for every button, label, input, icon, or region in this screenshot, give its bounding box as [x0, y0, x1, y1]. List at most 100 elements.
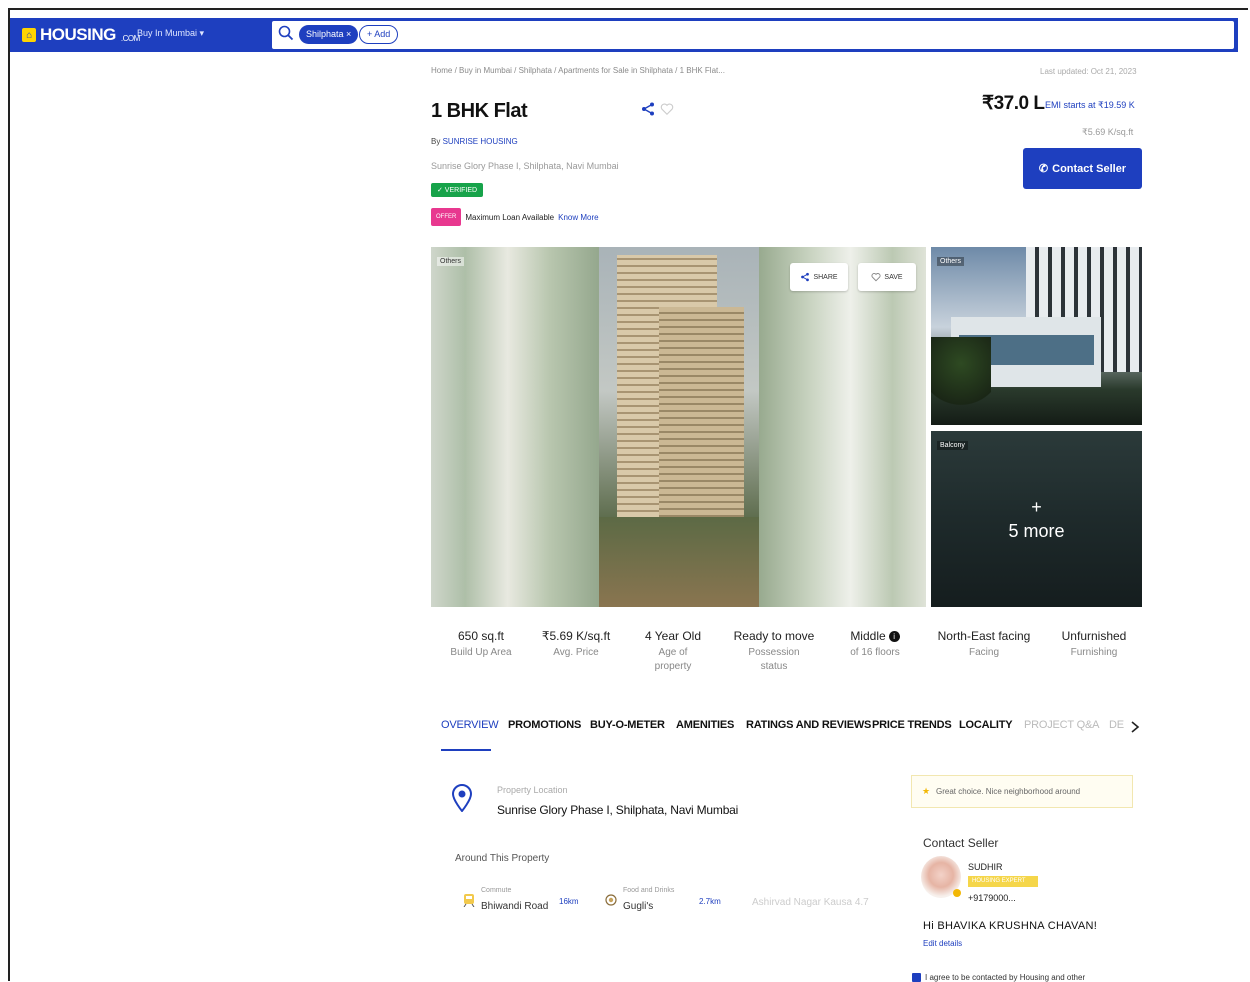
chevron-right-icon[interactable] — [1130, 720, 1140, 734]
spec-value: ₹5.69 K/sq.ft — [541, 629, 611, 643]
close-icon[interactable]: × — [346, 29, 351, 39]
contact-seller-button[interactable]: ✆ Contact Seller — [1023, 148, 1142, 189]
spec-value: North-East facing — [937, 629, 1031, 643]
share-icon — [801, 272, 810, 282]
edit-details-link[interactable]: Edit details — [923, 939, 962, 948]
poi-name: Gugli's — [623, 901, 654, 912]
contact-seller-title: Contact Seller — [923, 836, 999, 850]
home-icon: ⌂ — [22, 28, 36, 42]
ground-shape — [599, 517, 759, 607]
listing-address: Sunrise Glory Phase I, Shilphata, Navi M… — [431, 161, 619, 171]
user-greeting: Hi BHAVIKA KRUSHNA CHAVAN! — [923, 920, 1098, 932]
listing-title: 1 BHK Flat — [431, 100, 528, 122]
property-location-value: Sunrise Glory Phase I, Shilphata, Navi M… — [497, 803, 739, 817]
housing-logo[interactable]: ⌂ HOUSING .COM — [22, 25, 140, 45]
spec-facing: North-East facing Facing — [934, 629, 1034, 660]
tab-ratings-and-reviews[interactable]: RATINGS AND REVIEWS — [746, 719, 871, 731]
gallery-save-button[interactable]: SAVE — [858, 263, 916, 291]
plus-icon: + — [1031, 497, 1042, 517]
offer-tag: OFFER — [431, 208, 462, 226]
spec-label: Possession status — [748, 647, 800, 672]
emi-link[interactable]: EMI starts at ₹19.59 K — [1045, 100, 1135, 111]
builder-prefix: By — [431, 137, 441, 146]
spec-value: 4 Year Old — [644, 629, 702, 643]
spec-value: Ready to move — [733, 629, 815, 643]
photo-tag: Others — [937, 257, 965, 266]
contact-seller-label: Contact Seller — [1052, 162, 1127, 175]
search-icon — [278, 25, 294, 41]
gallery-share-button[interactable]: SHARE — [790, 263, 848, 291]
last-updated: Last updated: Oct 21, 2023 — [1040, 67, 1137, 76]
spec-label: Facing — [968, 647, 999, 658]
spec-label: of 16 floors — [850, 647, 900, 658]
spec-area: 650 sq.ft Build Up Area — [448, 629, 514, 660]
tab-price-trends[interactable]: PRICE TRENDS — [872, 719, 952, 731]
breadcrumb[interactable]: Home / Buy in Mumbai / Shilphata / Apart… — [431, 66, 725, 75]
tab-promotions[interactable]: PROMOTIONS — [508, 719, 581, 731]
price-per-sqft: ₹5.69 K/sq.ft — [1082, 127, 1134, 137]
spec-label: Build Up Area — [450, 647, 512, 658]
side-photo-top[interactable]: Others — [931, 247, 1142, 425]
poi-distance: 2.7km — [699, 897, 721, 906]
gallery-save-label: SAVE — [884, 273, 903, 281]
share-icon[interactable] — [640, 101, 656, 117]
building-photo — [599, 247, 759, 607]
seller-tag: HOUSING EXPERT — [968, 876, 1038, 887]
builder-link[interactable]: SUNRISE HOUSING — [443, 137, 518, 146]
spec-value: Middle — [850, 629, 886, 643]
loan-offer: OFFER Maximum Loan Available Know More — [431, 206, 599, 228]
heart-icon[interactable] — [660, 102, 674, 116]
train-icon — [463, 894, 475, 907]
photo-blur-right — [758, 247, 926, 607]
poi-food[interactable]: Food and Drinks Gugli's 2.7km — [605, 887, 735, 917]
listing-price: ₹37.0 L — [982, 93, 1045, 114]
tab-overview[interactable]: OVERVIEW — [441, 719, 499, 731]
photo-tag: Balcony — [937, 441, 968, 450]
expert-badge-icon — [953, 889, 961, 897]
poi-commute[interactable]: Commute Bhiwandi Road 16km — [463, 887, 583, 917]
poi-category: Food and Drinks — [623, 887, 675, 894]
property-location-label: Property Location — [497, 785, 568, 795]
main-photo[interactable]: Others SHARE SAVE — [431, 247, 926, 607]
search-bar[interactable]: Shilphata × + Add — [272, 21, 1234, 49]
gallery-share-label: SHARE — [813, 273, 838, 281]
builder-line: By SUNRISE HOUSING — [431, 137, 518, 146]
photo-blur-left — [431, 247, 601, 607]
tab-amenities[interactable]: AMENITIES — [676, 719, 734, 731]
around-property-title: Around This Property — [455, 853, 550, 864]
photo-tag: Others — [437, 257, 465, 266]
seller-name: SUDHIR — [968, 862, 1003, 872]
heart-icon — [871, 273, 881, 282]
food-icon — [605, 894, 617, 906]
poi-more[interactable]: Ashirvad Nagar Kausa 4.7 — [752, 897, 869, 908]
know-more-link[interactable]: Know More — [558, 213, 598, 222]
search-chip-shilphata[interactable]: Shilphata × — [299, 25, 359, 44]
star-icon: ★ — [922, 786, 931, 796]
add-locality-button[interactable]: + Add — [359, 25, 399, 44]
chevron-down-icon: ▾ — [199, 28, 205, 38]
tab-buy-o-meter[interactable]: BUY-O-METER — [590, 719, 665, 731]
more-photos-tile[interactable]: Balcony + 5 more — [931, 431, 1142, 607]
spec-age: 4 Year Old Age of property — [642, 629, 704, 674]
palm-tree-shape — [931, 337, 991, 425]
info-icon[interactable]: i — [888, 631, 900, 642]
spec-label: Avg. Price — [553, 647, 599, 658]
city-selector[interactable]: Buy In Mumbai ▾ — [137, 28, 204, 39]
tab-locality[interactable]: LOCALITY — [959, 719, 1013, 731]
spec-label: Age of property — [654, 647, 692, 672]
phone-icon: ✆ — [1038, 163, 1049, 175]
city-selector-label: Buy In Mumbai — [137, 28, 198, 38]
spec-floor: Middle i of 16 floors — [844, 629, 906, 660]
spec-value: 650 sq.ft — [457, 629, 505, 643]
spec-avg-price: ₹5.69 K/sq.ft Avg. Price — [538, 629, 614, 660]
verified-badge: ✓ VERIFIED — [431, 183, 484, 197]
spec-possession: Ready to move Possession status — [732, 629, 816, 674]
tab-project-qa[interactable]: PROJECT Q&A — [1024, 719, 1099, 731]
location-pin-icon — [451, 784, 473, 812]
search-chip-label: Shilphata — [306, 29, 344, 39]
logo-text: HOUSING — [40, 25, 116, 44]
loan-text: Maximum Loan Available — [465, 212, 555, 222]
tab-details[interactable]: DE — [1109, 719, 1124, 731]
poi-distance: 16km — [559, 897, 579, 906]
spec-value: Unfurnished — [1061, 629, 1127, 643]
